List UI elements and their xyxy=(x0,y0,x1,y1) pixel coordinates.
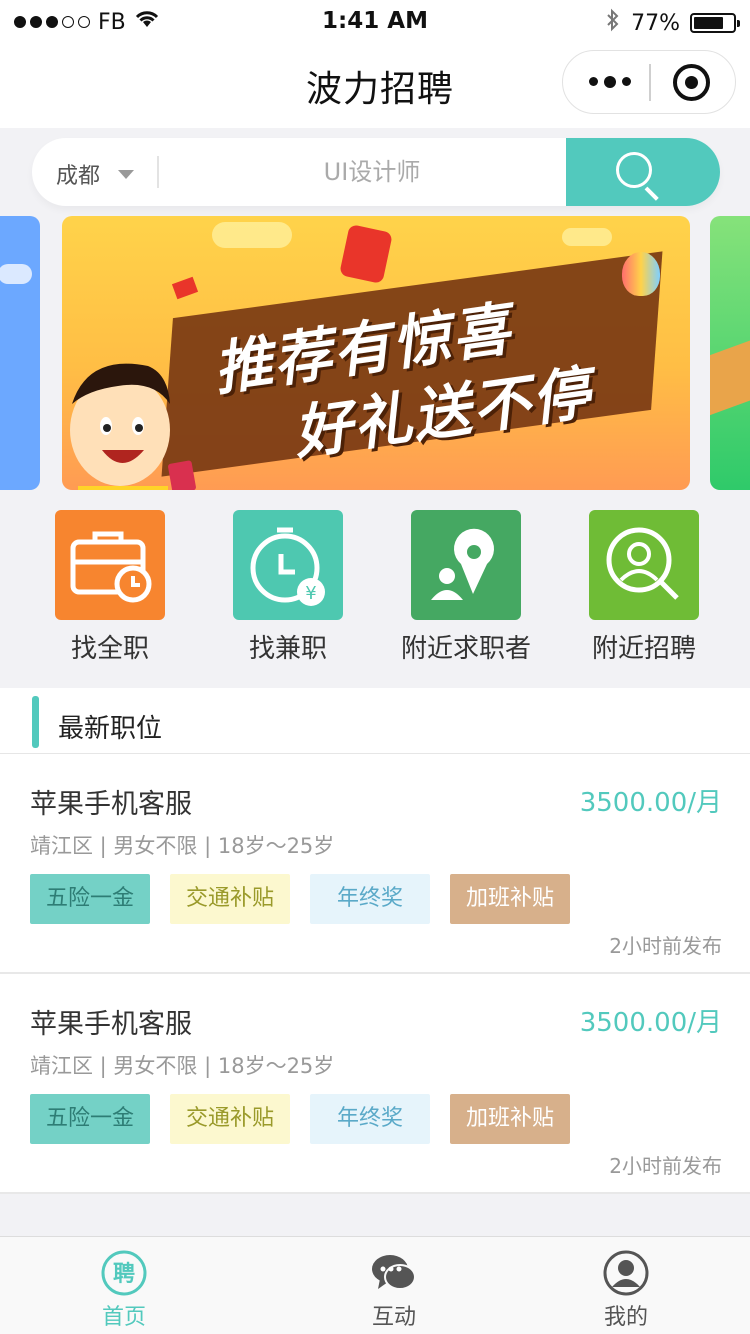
category-label: 附近求职者 xyxy=(400,634,531,664)
job-salary: 3500.00/月 xyxy=(579,788,722,818)
category-label: 找兼职 xyxy=(248,634,327,664)
tab-interaction[interactable]: 互动 xyxy=(314,1249,474,1331)
job-card[interactable]: 苹果手机客服 3500.00/月 靖江区 | 男女不限 | 18岁～25岁 五险… xyxy=(0,974,750,1194)
search-button[interactable] xyxy=(566,138,720,206)
stopwatch-yen-icon: ¥ xyxy=(233,510,343,620)
benefit-tag: 加班补贴 xyxy=(450,874,570,924)
status-bar: FB 1:41 AM 77% xyxy=(0,0,750,44)
category-part-time[interactable]: ¥ 找兼职 xyxy=(198,510,378,665)
tab-label: 互动 xyxy=(371,1305,416,1330)
status-right: 77% xyxy=(605,8,740,38)
svg-text:聘: 聘 xyxy=(113,1262,135,1287)
category-nearby-jobs[interactable]: 附近招聘 xyxy=(554,510,734,665)
posted-time: 2小时前发布 xyxy=(609,934,722,958)
category-label: 找全职 xyxy=(70,634,149,664)
category-grid: 找全职 ¥ 找兼职 附近求职者 附近招聘 xyxy=(0,510,750,670)
red-envelope-mascot xyxy=(339,223,393,285)
benefit-tag: 交通补贴 xyxy=(170,1094,290,1144)
search-divider xyxy=(157,156,159,188)
search-icon xyxy=(616,152,652,188)
tab-label: 首页 xyxy=(101,1305,146,1330)
benefit-tag: 年终奖 xyxy=(310,874,430,924)
mini-program-capsule xyxy=(562,50,736,114)
hire-badge-icon: 聘 xyxy=(100,1249,148,1297)
city-label: 成都 xyxy=(56,164,101,189)
caret-down-icon xyxy=(118,169,135,179)
benefit-tag: 交通补贴 xyxy=(170,874,290,924)
job-salary: 3500.00/月 xyxy=(579,1008,722,1038)
envelope-icon xyxy=(171,276,199,300)
person-search-icon xyxy=(589,510,699,620)
svg-text:¥: ¥ xyxy=(305,583,316,604)
benefit-tag: 年终奖 xyxy=(310,1094,430,1144)
cartoon-boy-illustration xyxy=(70,363,196,490)
job-title: 苹果手机客服 xyxy=(30,1009,192,1040)
close-miniprogram-icon[interactable] xyxy=(673,64,710,101)
category-full-time[interactable]: 找全职 xyxy=(20,510,200,665)
job-meta: 靖江区 | 男女不限 | 18岁～25岁 xyxy=(30,1054,335,1078)
tab-home[interactable]: 聘 首页 xyxy=(44,1249,204,1331)
navigation-bar: 波力招聘 xyxy=(0,44,750,128)
section-accent-bar xyxy=(32,696,39,748)
battery-percent: 77% xyxy=(631,10,680,36)
posted-time: 2小时前发布 xyxy=(609,1154,722,1178)
benefit-tags: 五险一金 交通补贴 年终奖 加班补贴 xyxy=(30,1094,570,1144)
job-meta: 靖江区 | 男女不限 | 18岁～25岁 xyxy=(30,834,335,858)
benefit-tag: 五险一金 xyxy=(30,874,150,924)
user-profile-icon xyxy=(602,1249,650,1297)
tab-profile[interactable]: 我的 xyxy=(546,1249,706,1331)
benefit-tag: 五险一金 xyxy=(30,1094,150,1144)
category-nearby-seekers[interactable]: 附近求职者 xyxy=(376,510,556,665)
bluetooth-icon xyxy=(605,8,621,38)
tab-label: 我的 xyxy=(603,1305,648,1330)
benefit-tag: 加班补贴 xyxy=(450,1094,570,1144)
carousel-prev-slide[interactable] xyxy=(0,216,40,490)
job-card[interactable]: 苹果手机客服 3500.00/月 靖江区 | 男女不限 | 18岁～25岁 五险… xyxy=(0,754,750,974)
briefcase-clock-icon xyxy=(55,510,165,620)
carousel-next-slide[interactable] xyxy=(710,216,750,490)
hot-air-balloon xyxy=(622,252,660,296)
promo-banner[interactable]: 推荐有惊喜 好礼送不停 xyxy=(62,216,690,490)
capsule-divider xyxy=(649,64,651,101)
benefit-tags: 五险一金 交通补贴 年终奖 加班补贴 xyxy=(30,874,570,924)
category-label: 附近招聘 xyxy=(591,634,696,664)
job-title: 苹果手机客服 xyxy=(30,789,192,820)
chat-bubbles-icon xyxy=(370,1249,418,1297)
search-input[interactable] xyxy=(182,138,562,206)
more-options-icon[interactable] xyxy=(589,76,631,88)
bottom-tab-bar: 聘 首页 互动 我的 xyxy=(0,1236,750,1334)
latest-jobs-section: 最新职位 苹果手机客服 3500.00/月 靖江区 | 男女不限 | 18岁～2… xyxy=(0,688,750,1194)
city-selector[interactable]: 成都 xyxy=(56,158,135,190)
person-location-pin-icon xyxy=(411,510,521,620)
search-bar: 成都 xyxy=(32,138,720,206)
battery-icon xyxy=(690,13,740,33)
section-title: 最新职位 xyxy=(58,714,163,744)
section-header: 最新职位 xyxy=(0,688,750,754)
